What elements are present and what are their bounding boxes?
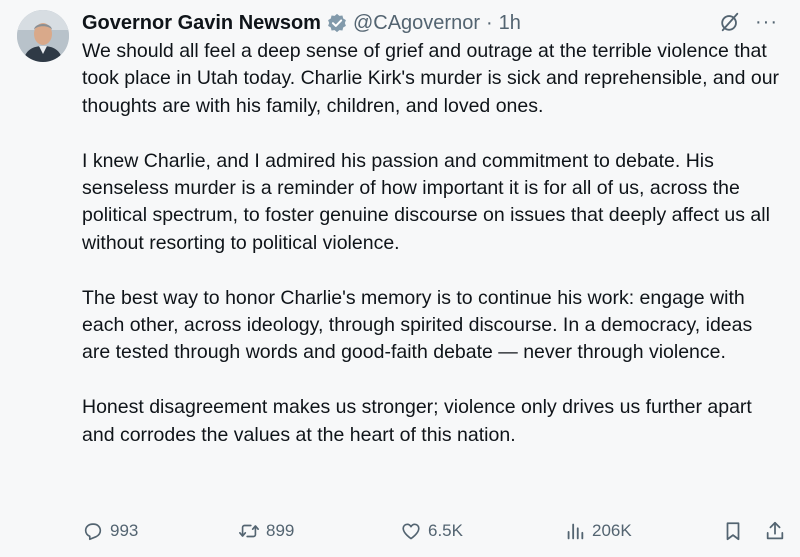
avatar-image bbox=[17, 10, 69, 62]
reply-button[interactable]: 993 bbox=[82, 518, 138, 544]
reply-count: 993 bbox=[110, 521, 139, 540]
timestamp[interactable]: 1h bbox=[499, 12, 521, 35]
tweet-top-actions: ··· bbox=[719, 11, 778, 33]
like-count: 6.5K bbox=[428, 521, 463, 540]
views-button[interactable]: 206K bbox=[564, 518, 632, 544]
verified-badge-icon[interactable] bbox=[327, 13, 347, 33]
more-options-icon[interactable]: ··· bbox=[755, 12, 778, 32]
tweet: Governor Gavin Newsom @CAgovernor · 1h ·… bbox=[0, 0, 800, 557]
tweet-paragraph: The best way to honor Charlie's memory i… bbox=[82, 286, 753, 364]
repost-count: 899 bbox=[266, 521, 295, 540]
share-icon bbox=[766, 521, 784, 540]
share-button[interactable] bbox=[764, 518, 786, 544]
tweet-action-bar: 993 899 6.5K 206K bbox=[82, 518, 786, 544]
bookmark-button[interactable] bbox=[722, 518, 744, 544]
author-name[interactable]: Governor Gavin Newsom bbox=[82, 12, 321, 35]
bookmark-icon bbox=[726, 522, 740, 541]
separator-dot: · bbox=[486, 11, 493, 34]
views-count: 206K bbox=[592, 521, 632, 540]
tweet-body: We should all feel a deep sense of grief… bbox=[82, 38, 782, 449]
author-handle[interactable]: @CAgovernor bbox=[353, 12, 480, 35]
repost-button[interactable]: 899 bbox=[238, 518, 294, 544]
tweet-header: Governor Gavin Newsom @CAgovernor · 1h bbox=[82, 10, 521, 36]
reply-icon bbox=[84, 523, 102, 541]
tweet-paragraph: Honest disagreement makes us stronger; v… bbox=[82, 396, 752, 446]
tweet-paragraph: We should all feel a deep sense of grief… bbox=[82, 40, 780, 117]
heart-icon bbox=[402, 523, 420, 540]
grok-icon[interactable] bbox=[719, 11, 741, 33]
repost-icon bbox=[239, 524, 259, 538]
tweet-paragraph: I knew Charlie, and I admired his passio… bbox=[82, 149, 770, 254]
like-button[interactable]: 6.5K bbox=[400, 518, 463, 544]
avatar[interactable] bbox=[17, 10, 69, 62]
views-chart-icon bbox=[567, 523, 584, 540]
